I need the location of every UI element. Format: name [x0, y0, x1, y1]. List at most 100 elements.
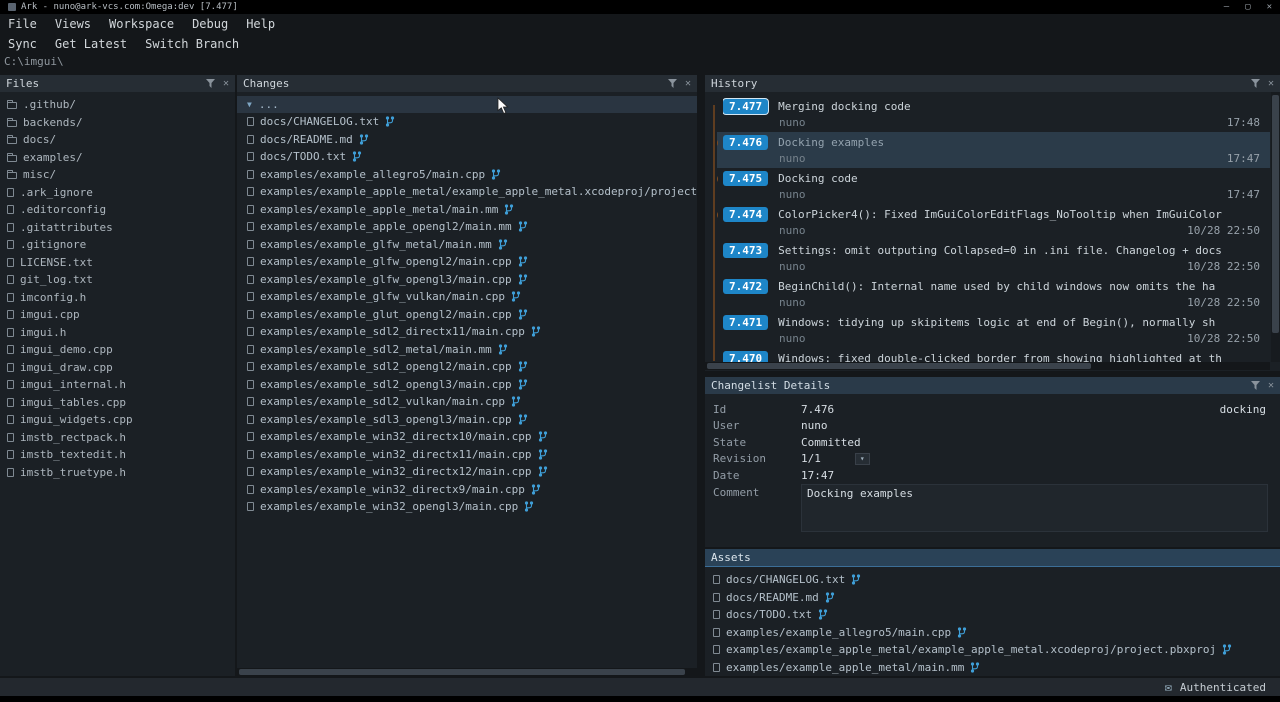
maximize-icon[interactable]: ▢ — [1245, 2, 1250, 12]
file-tree-item[interactable]: .gitignore — [0, 236, 235, 254]
minimize-icon[interactable]: — — [1224, 2, 1229, 12]
changed-file-row[interactable]: docs/CHANGELOG.txt — [237, 113, 697, 131]
changed-file-row[interactable]: examples/example_win32_directx9/main.cpp — [237, 481, 697, 499]
menu-item[interactable]: File — [8, 17, 37, 31]
changed-file-row[interactable]: docs/README.md — [237, 131, 697, 149]
close-icon[interactable]: ✕ — [1268, 79, 1274, 89]
file-tree-item[interactable]: imgui_demo.cpp — [0, 341, 235, 359]
scrollbar-thumb[interactable] — [239, 669, 685, 675]
file-tree-item[interactable]: .editorconfig — [0, 201, 235, 219]
changed-file-row[interactable]: examples/example_glut_opengl2/main.cpp — [237, 306, 697, 324]
horizontal-scrollbar[interactable] — [237, 668, 697, 676]
filter-icon[interactable] — [206, 79, 215, 88]
close-icon[interactable]: ✕ — [1267, 2, 1272, 12]
asset-name: examples/example_apple_metal/example_app… — [726, 643, 1216, 656]
history-entry[interactable]: 7.477 Merging docking code nuno 17:48 — [717, 96, 1270, 132]
file-tree-item[interactable]: git_log.txt — [0, 271, 235, 289]
changed-file-row[interactable]: examples/example_win32_directx11/main.cp… — [237, 446, 697, 464]
file-tree-item[interactable]: imgui_draw.cpp — [0, 359, 235, 377]
branch-icon — [1222, 644, 1232, 655]
files-panel-header: Files ✕ — [0, 75, 235, 92]
file-tree-item[interactable]: imgui_widgets.cpp — [0, 411, 235, 429]
filter-icon[interactable] — [1251, 79, 1260, 88]
menu-item[interactable]: Workspace — [109, 17, 174, 31]
file-tree-item[interactable]: imstb_rectpack.h — [0, 429, 235, 447]
file-tree-item[interactable]: .github/ — [0, 96, 235, 114]
file-tree-item[interactable]: imconfig.h — [0, 289, 235, 307]
close-icon[interactable]: ✕ — [685, 79, 691, 89]
vertical-scrollbar[interactable] — [1271, 92, 1280, 362]
scrollbar-thumb[interactable] — [1272, 95, 1279, 333]
changeset-author: nuno — [779, 116, 806, 129]
changed-file-row[interactable]: examples/example_sdl2_opengl2/main.cpp — [237, 358, 697, 376]
file-tree-item[interactable]: examples/ — [0, 149, 235, 167]
changed-file-row[interactable]: examples/example_win32_opengl3/main.cpp — [237, 498, 697, 516]
changed-file-row[interactable]: examples/example_apple_metal/example_app… — [237, 183, 697, 201]
files-panel: Files ✕ .github/ backends/ — [0, 75, 235, 676]
toolbar-button[interactable]: Switch Branch — [145, 37, 239, 51]
file-tree-item[interactable]: imgui.h — [0, 324, 235, 342]
file-tree-item[interactable]: imstb_truetype.h — [0, 464, 235, 482]
menu-item[interactable]: Debug — [192, 17, 228, 31]
scrollbar-thumb[interactable] — [707, 363, 1091, 369]
file-tree-item[interactable]: imgui_tables.cpp — [0, 394, 235, 412]
asset-row[interactable]: docs/TODO.txt — [705, 606, 1280, 624]
branch-icon — [851, 574, 861, 585]
file-icon — [247, 467, 254, 476]
changed-file-row[interactable]: examples/example_glfw_opengl2/main.cpp — [237, 253, 697, 271]
file-tree-item[interactable]: imgui.cpp — [0, 306, 235, 324]
changed-file-row[interactable]: examples/example_sdl3_opengl3/main.cpp — [237, 411, 697, 429]
file-tree-item[interactable]: LICENSE.txt — [0, 254, 235, 272]
history-entry[interactable]: 7.473 Settings: omit outputing Collapsed… — [717, 240, 1270, 276]
file-tree-item[interactable]: imgui_internal.h — [0, 376, 235, 394]
changed-file-row[interactable]: examples/example_win32_directx10/main.cp… — [237, 428, 697, 446]
history-entry[interactable]: 7.471 Windows: tidying up skipitems logi… — [717, 312, 1270, 348]
history-entry[interactable]: 7.475 Docking code nuno 17:47 — [717, 168, 1270, 204]
changed-file-row[interactable]: examples/example_win32_directx12/main.cp… — [237, 463, 697, 481]
asset-row[interactable]: docs/CHANGELOG.txt — [705, 571, 1280, 589]
asset-row[interactable]: docs/README.md — [705, 589, 1280, 607]
file-tree-item[interactable]: docs/ — [0, 131, 235, 149]
file-icon — [7, 102, 17, 109]
menu-item[interactable]: Views — [55, 17, 91, 31]
file-icon — [247, 380, 254, 389]
file-icon — [7, 468, 14, 477]
history-entry[interactable]: 7.476 Docking examples nuno 17:47 — [717, 132, 1270, 168]
changed-file-row[interactable]: examples/example_sdl2_directx11/main.cpp — [237, 323, 697, 341]
toolbar-button[interactable]: Get Latest — [55, 37, 127, 51]
close-icon[interactable]: ✕ — [1268, 381, 1274, 391]
file-tree-item[interactable]: misc/ — [0, 166, 235, 184]
file-tree-item[interactable]: backends/ — [0, 114, 235, 132]
changed-file-row[interactable]: examples/example_allegro5/main.cpp — [237, 166, 697, 184]
horizontal-scrollbar[interactable] — [705, 362, 1270, 370]
changed-file-row[interactable]: docs/TODO.txt — [237, 148, 697, 166]
filter-icon[interactable] — [668, 79, 677, 88]
changed-file-row[interactable]: examples/example_sdl2_vulkan/main.cpp — [237, 393, 697, 411]
changes-root-row[interactable]: ▼ ... — [237, 96, 697, 113]
asset-row[interactable]: examples/example_apple_metal/example_app… — [705, 641, 1280, 659]
changed-file-name: docs/TODO.txt — [260, 150, 346, 163]
toolbar-button[interactable]: Sync — [8, 37, 37, 51]
history-entry[interactable]: 7.470 Windows: fixed double-clicked bord… — [717, 348, 1270, 362]
expand-triangle-icon[interactable]: ▼ — [247, 100, 252, 109]
close-icon[interactable]: ✕ — [223, 79, 229, 89]
file-tree-item[interactable]: imstb_textedit.h — [0, 446, 235, 464]
history-entry[interactable]: 7.474 ColorPicker4(): Fixed ImGuiColorEd… — [717, 204, 1270, 240]
history-entry[interactable]: 7.472 BeginChild(): Internal name used b… — [717, 276, 1270, 312]
file-tree-item[interactable]: .gitattributes — [0, 219, 235, 237]
changed-file-row[interactable]: examples/example_sdl2_metal/main.mm — [237, 341, 697, 359]
changed-file-row[interactable]: examples/example_sdl2_opengl3/main.cpp — [237, 376, 697, 394]
comment-textarea[interactable]: Docking examples — [801, 484, 1268, 532]
changed-file-row[interactable]: examples/example_glfw_vulkan/main.cpp — [237, 288, 697, 306]
dropdown-arrow-icon[interactable]: ▾ — [855, 453, 870, 465]
changed-file-row[interactable]: examples/example_glfw_metal/main.mm — [237, 236, 697, 254]
changed-file-row[interactable]: examples/example_apple_metal/main.mm — [237, 201, 697, 219]
filter-icon[interactable] — [1251, 381, 1260, 390]
changed-file-row[interactable]: examples/example_apple_opengl2/main.mm — [237, 218, 697, 236]
asset-row[interactable]: examples/example_allegro5/main.cpp — [705, 624, 1280, 642]
menu-item[interactable]: Help — [246, 17, 275, 31]
changed-file-row[interactable]: examples/example_glfw_opengl3/main.cpp — [237, 271, 697, 289]
file-icon — [247, 135, 254, 144]
file-tree-item[interactable]: .ark_ignore — [0, 184, 235, 202]
asset-row[interactable]: examples/example_apple_metal/main.mm — [705, 659, 1280, 677]
